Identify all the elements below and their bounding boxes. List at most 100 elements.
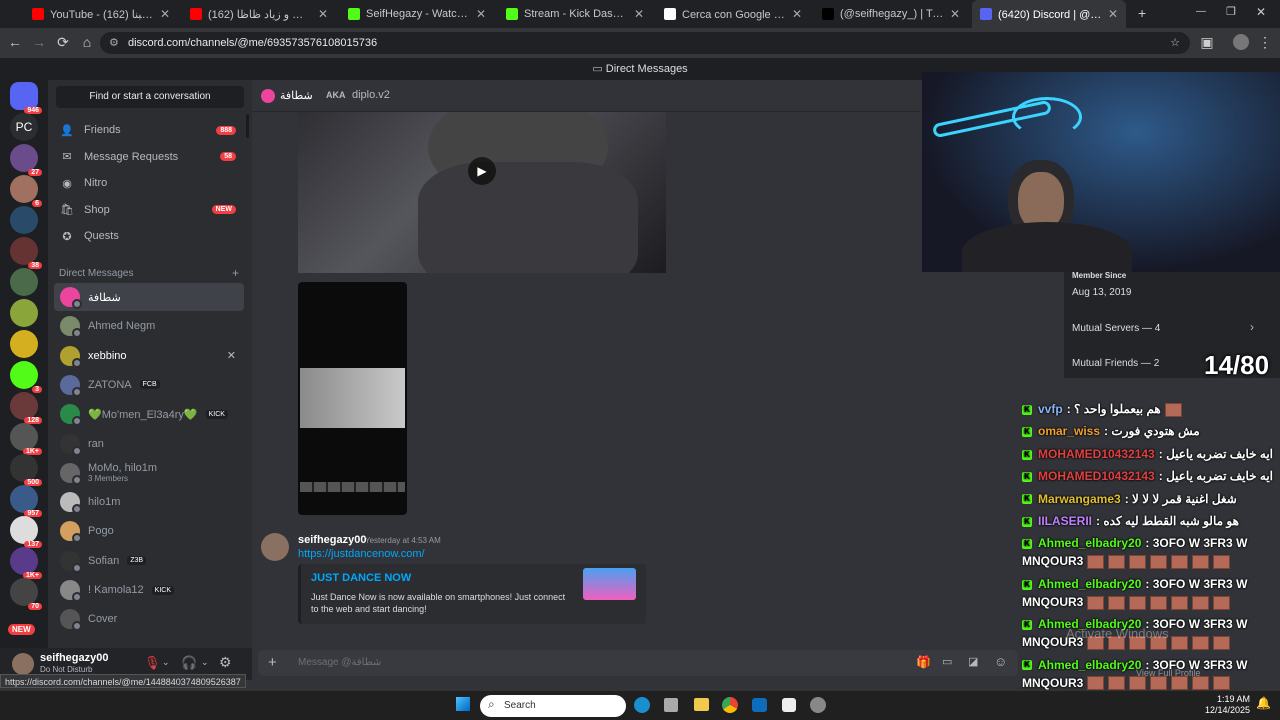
dm-list-item[interactable]: Pogo [54, 517, 244, 545]
view-full-profile[interactable]: View Full Profile [1136, 668, 1200, 678]
author-avatar[interactable] [261, 533, 289, 561]
close-icon[interactable]: ✕ [950, 7, 960, 21]
file-explorer-icon[interactable] [694, 698, 709, 711]
embed-title[interactable]: JUST DANCE NOW [311, 572, 411, 584]
minimize-icon[interactable]: — [1196, 6, 1206, 17]
server-icon[interactable]: 6 [10, 175, 42, 207]
dm-list-item[interactable]: Sofian Z3B [54, 547, 244, 575]
dm-list-item[interactable]: ! Kamola12 KICK [54, 576, 244, 604]
browser-tab[interactable]: Stream - Kick Dashboard ✕ [498, 0, 652, 28]
server-icon[interactable]: 38 [10, 237, 42, 269]
video-attachment[interactable]: ▶ [298, 112, 666, 273]
upload-plus-icon[interactable]: + [268, 654, 277, 671]
maximize-icon[interactable]: ❐ [1226, 5, 1236, 18]
dm-list-item[interactable]: xebbino ✕ [54, 342, 244, 370]
capcut-icon[interactable] [782, 698, 796, 712]
server-icon[interactable]: 128 [10, 392, 42, 424]
extensions-icon[interactable]: ▣ [1198, 34, 1216, 51]
phone-screenshot-attachment[interactable] [298, 282, 407, 515]
close-icon[interactable]: ✕ [792, 7, 802, 21]
browser-menu-icon[interactable]: ⋮ [1256, 34, 1274, 51]
browser-tab[interactable]: SeifHegazy - Watch the VOD o ✕ [340, 0, 494, 28]
close-icon[interactable]: ✕ [160, 7, 170, 21]
clock-time[interactable]: 1:19 AM [1212, 694, 1250, 704]
dm-list-item[interactable]: MoMo, hilo1m 3 Members [54, 459, 244, 487]
chevron-down-icon[interactable]: ⌄ [201, 657, 209, 668]
forward-icon[interactable]: → [30, 34, 48, 50]
url-field[interactable]: ⚙ discord.com/channels/@me/6935735761080… [100, 32, 1190, 54]
window-close-icon[interactable]: ✕ [1256, 5, 1266, 19]
windows-start-icon[interactable] [456, 697, 470, 711]
dm-list-item[interactable]: hilo1m [54, 488, 244, 516]
message-composer[interactable]: + Message @شطافة 🎁 ▭ ◪ ☺ [258, 650, 1018, 676]
dm-list-item[interactable]: ran [54, 430, 244, 458]
profile-avatar[interactable] [1233, 34, 1249, 50]
sidebar-item-shop[interactable]: 🛍 Shop NEW [54, 198, 244, 222]
dm-list-item[interactable]: 💚Mo'men_El3a4ry💚 KICK [54, 400, 244, 428]
server-icon[interactable]: 3 [10, 361, 42, 393]
message-link[interactable]: https://justdancenow.com/ [298, 548, 425, 560]
clock-date[interactable]: 12/14/2025 [1200, 705, 1250, 715]
notification-icon[interactable]: 🔔 [1256, 696, 1271, 710]
sidebar-item-quests[interactable]: ✪ Quests [54, 224, 244, 248]
bookmark-star-icon[interactable]: ☆ [1170, 32, 1180, 54]
mic-muted-icon[interactable]: 🎙 [144, 655, 161, 671]
server-icon[interactable]: 137 [10, 516, 42, 548]
find-conversation-button[interactable]: Find or start a conversation [56, 86, 244, 108]
browser-tab[interactable]: (@seifhegazy_) | TikTok(+99) ✕ [814, 0, 968, 28]
server-icon[interactable]: 70 [10, 578, 42, 610]
avatar[interactable] [12, 653, 34, 675]
store-icon[interactable] [664, 698, 678, 712]
browser-tab[interactable]: YouTube - الحب عيبنا (162) ✕ [24, 0, 178, 28]
create-dm-icon[interactable]: + [232, 266, 239, 280]
new-tab-button[interactable]: + [1138, 5, 1146, 21]
sidebar-item-friends[interactable]: 👤 Friends 888 [54, 118, 244, 142]
server-icon[interactable] [10, 330, 38, 358]
close-icon[interactable]: ✕ [476, 7, 486, 21]
gift-icon[interactable]: 🎁 [916, 655, 931, 669]
taskbar-search[interactable]: ⌕ Search [480, 695, 626, 717]
close-icon[interactable]: ✕ [1108, 7, 1118, 21]
server-icon[interactable]: 1K+ [10, 547, 42, 579]
server-icon[interactable]: 27 [10, 144, 42, 176]
server-icon[interactable]: PC [10, 113, 38, 141]
dm-list-item[interactable]: Cover [54, 605, 244, 633]
mutual-friends[interactable]: Mutual Friends — 2 [1072, 358, 1159, 369]
server-icon[interactable]: 1K+ [10, 423, 42, 455]
server-icon[interactable]: 957 [10, 485, 42, 517]
message-author[interactable]: seifhegazy00 [298, 534, 366, 546]
play-icon[interactable]: ▶ [468, 157, 496, 185]
dm-list-item[interactable]: شطافة [54, 283, 244, 311]
chrome-icon[interactable] [722, 697, 738, 713]
mutual-servers-row[interactable]: Mutual Servers — 4 › [1064, 317, 1280, 341]
chevron-down-icon[interactable]: ⌄ [162, 657, 170, 668]
sidebar-item-message-requests[interactable]: ✉ Message Requests 58 [54, 145, 244, 169]
edge-icon[interactable] [634, 697, 650, 713]
close-icon[interactable]: ✕ [634, 7, 644, 21]
reload-icon[interactable]: ⟳ [54, 34, 72, 51]
app-icon[interactable] [810, 697, 826, 713]
sidebar-item-nitro[interactable]: ◉ Nitro [54, 171, 244, 195]
server-icon[interactable] [10, 206, 38, 234]
close-icon[interactable]: ✕ [227, 349, 236, 362]
browser-tab[interactable]: (6420) Discord | @شطافة ✕ [972, 0, 1126, 28]
browser-tab[interactable]: Cerca con Google - رقم بلبن ✕ [656, 0, 810, 28]
sidebar-scrollbar[interactable] [246, 114, 249, 138]
close-icon[interactable]: ✕ [318, 7, 328, 21]
site-info-icon[interactable]: ⚙ [109, 32, 119, 54]
server-icon[interactable] [10, 268, 38, 296]
settings-gear-icon[interactable]: ⚙ [219, 654, 232, 671]
server-icon[interactable]: 946 [10, 82, 42, 114]
dm-list-item[interactable]: ZATONA FCB [54, 371, 244, 399]
server-icon[interactable] [10, 299, 38, 327]
gif-icon[interactable]: ▭ [942, 655, 952, 668]
headphones-icon[interactable]: 🎧 [181, 655, 197, 671]
home-icon[interactable]: ⌂ [78, 34, 96, 50]
server-icon[interactable]: 500 [10, 454, 42, 486]
emoji-icon[interactable]: ☺ [994, 654, 1007, 669]
back-icon[interactable]: ← [6, 34, 24, 50]
sticker-icon[interactable]: ◪ [968, 655, 978, 668]
outlook-icon[interactable] [752, 698, 767, 712]
dm-list-item[interactable]: Ahmed Negm [54, 312, 244, 340]
browser-tab[interactable]: عمرو مصطفى و زياد ظاظا (162) ✕ [182, 0, 336, 28]
